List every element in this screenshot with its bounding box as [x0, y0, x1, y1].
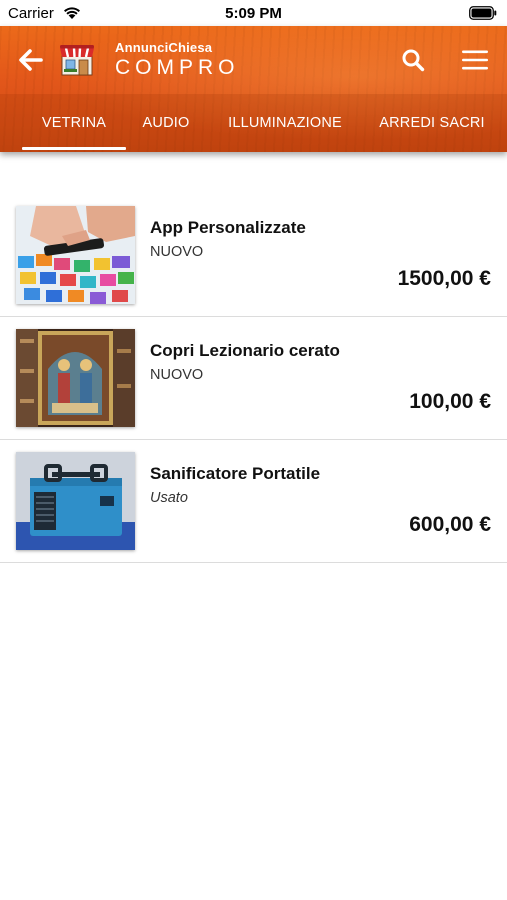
shop-icon	[60, 45, 94, 76]
back-button[interactable]	[14, 44, 48, 76]
list-item[interactable]: Copri Lezionario cerato NUOVO 100,00 €	[0, 317, 507, 440]
arrow-left-icon	[19, 49, 43, 71]
list-item[interactable]: Sanificatore Portatile Usato 600,00 €	[0, 440, 507, 563]
tab-illuminazione[interactable]: ILLUMINAZIONE	[218, 94, 352, 152]
menu-button[interactable]	[458, 44, 492, 76]
search-button[interactable]	[396, 44, 430, 76]
item-price: 1500,00 €	[397, 267, 491, 290]
item-condition: NUOVO	[150, 367, 204, 383]
app-header: AnnunciChiesa COMPRO VETRINA AUDIO ILLUM…	[0, 26, 507, 152]
section-title: COMPRO	[115, 56, 240, 79]
brand-name: AnnunciChiesa	[115, 40, 213, 55]
brand: AnnunciChiesa COMPRO	[115, 40, 240, 80]
header-top-row: AnnunciChiesa COMPRO	[0, 26, 507, 94]
product-thumbnail	[16, 329, 135, 427]
item-title: App Personalizzate	[150, 218, 306, 237]
battery-icon	[469, 6, 497, 20]
status-time: 5:09 PM	[225, 5, 282, 22]
smartphone-apps-image	[16, 206, 135, 304]
tab-arredi-sacri[interactable]: ARREDI SACRI	[372, 94, 492, 152]
product-thumbnail	[16, 206, 135, 304]
list-item[interactable]: App Personalizzate NUOVO 1500,00 €	[0, 194, 507, 317]
product-thumbnail	[16, 452, 135, 550]
item-condition: NUOVO	[150, 244, 204, 260]
status-bar: Carrier 5:09 PM	[0, 0, 507, 26]
product-list: App Personalizzate NUOVO 1500,00 € Copri…	[0, 194, 507, 563]
lectionary-cover-image	[16, 329, 135, 427]
category-tabs: VETRINA AUDIO ILLUMINAZIONE ARREDI SACRI	[0, 94, 507, 152]
tab-vetrina[interactable]: VETRINA	[22, 94, 126, 152]
item-price: 100,00 €	[409, 390, 491, 413]
item-price: 600,00 €	[409, 513, 491, 536]
search-icon	[402, 49, 425, 72]
item-title: Sanificatore Portatile	[150, 464, 321, 483]
hamburger-menu-icon	[462, 50, 488, 70]
sanitizer-device-image	[16, 452, 135, 550]
tab-audio[interactable]: AUDIO	[133, 94, 199, 152]
item-condition: Usato	[150, 490, 188, 506]
item-title: Copri Lezionario cerato	[150, 341, 340, 360]
selected-tab-indicator	[22, 147, 126, 150]
